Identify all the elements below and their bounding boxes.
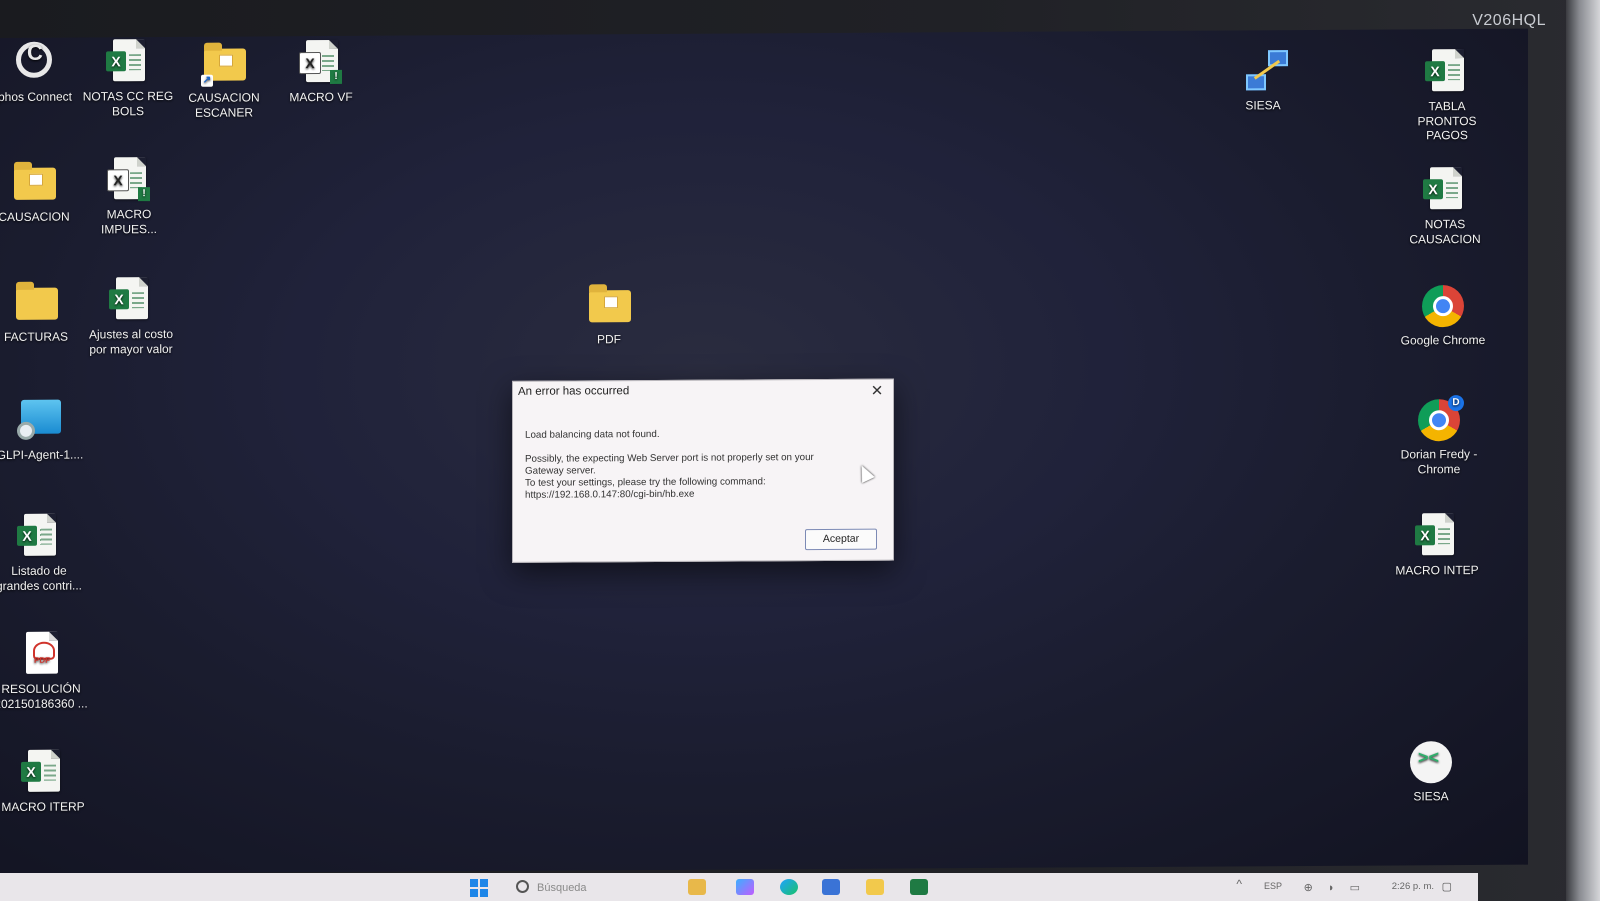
copilot-icon[interactable] [736,879,754,895]
dialog-url: https://192.168.0.147:80/cgi-bin/hb.exe [525,488,695,501]
clock[interactable]: 2:26 p. m. [1392,881,1434,899]
monitor-edge [1566,0,1600,901]
folder-icon [586,282,632,328]
search-icon [516,880,529,893]
excel-macro-icon: X [298,39,344,86]
desktop-icon-notas-cc-reg-bols[interactable]: X NOTAS CC REG BOLS [79,39,177,119]
folder-shortcut-icon: ↗ [201,40,247,87]
network-volume-battery-icons[interactable]: ⊕ ◗ ▭ [1304,881,1366,899]
dialog-title: An error has occurred [518,385,630,398]
windows-start-icon[interactable] [470,879,488,897]
desktop-icon-macro-impues[interactable]: X MACRO IMPUES... [80,157,178,237]
desktop-icon-macro-intep[interactable]: X MACRO INTEP [1388,513,1486,578]
edge-icon[interactable] [780,879,798,895]
taskbar-app-icon[interactable] [688,879,706,895]
desktop-icon-macro-vf[interactable]: X MACRO VF [272,39,370,105]
desktop-icon-listado-grandes[interactable]: X Listado de grandes contri... [0,513,88,593]
tray-chevron-icon[interactable]: ^ [1236,877,1242,895]
excel-file-icon: X [20,749,66,796]
search-placeholder: Búsqueda [537,882,587,894]
desktop-icon-notas-causacion[interactable]: X NOTAS CAUSACION [1396,167,1494,247]
folder-icon [11,160,57,206]
error-dialog: An error has occurred ✕ Load balancing d… [512,378,894,563]
file-explorer-icon[interactable] [866,879,884,895]
desktop-icon-ajustes-al-costo[interactable]: X Ajustes al costo por mayor valor [82,277,180,357]
pdf-file-icon: PDF [18,631,64,678]
desktop-icon-sophos-connect[interactable]: phos Connect [0,39,84,104]
desktop-icon-pdf-folder[interactable]: PDF [560,282,658,347]
desktop-icon-google-chrome[interactable]: Google Chrome [1394,283,1492,348]
sophos-icon [12,40,58,86]
desktop-icon-glpi-agent[interactable]: GLPI-Agent-1.... [0,397,89,462]
desktop-icon-tabla-prontos-pagos[interactable]: X TABLA PRONTOS PAGOS [1398,49,1496,143]
desktop-icon-macro-iterp[interactable]: X MACRO ITERP [0,749,92,814]
desktop-icon-siesa-network[interactable]: SIESA [1214,48,1312,113]
close-icon[interactable]: ✕ [869,383,885,400]
desktop-screen: phos Connect X NOTAS CC REG BOLS ↗ CAUSA… [0,28,1528,874]
excel-file-icon: X [1422,167,1468,213]
taskbar-search-input[interactable]: Búsqueda [516,879,656,897]
excel-macro-icon: X [106,157,152,203]
chrome-icon [1420,283,1466,329]
excel-icon[interactable] [910,879,928,895]
taskbar: Búsqueda ^ ESP ⊕ ◗ ▭ 2:26 p. m. ▢ [0,873,1478,901]
network-shortcut-icon [1240,48,1288,94]
chrome-profile-icon: D [1416,395,1464,443]
notification-icon[interactable]: ▢ [1442,880,1452,898]
siesa-app-icon [1408,739,1454,785]
excel-file-icon: X [105,39,151,85]
monitor-brand-label: V206HQL [1472,12,1546,29]
dialog-message-line: Load balancing data not found. [525,428,660,441]
dialog-message: Load balancing data not found. Possibly,… [525,428,875,514]
desktop-icon-causacion[interactable]: CAUSACION [0,159,83,224]
installer-icon [17,398,63,444]
desktop-icon-causacion-escaner[interactable]: ↗ CAUSACION ESCANER [175,40,273,120]
folder-icon [13,280,59,326]
desktop-icon-resolucion[interactable]: PDF RESOLUCIÓN 202150186360 ... [0,631,90,711]
excel-file-icon: X [1414,513,1460,559]
store-icon[interactable] [822,879,840,895]
desktop-icon-facturas[interactable]: FACTURAS [0,279,85,344]
accept-button[interactable]: Aceptar [805,528,877,551]
desktop-icon-dorian-chrome-profile[interactable]: D Dorian Fredy - Chrome [1390,395,1488,477]
desktop-icon-siesa-app[interactable]: SIESA [1382,739,1480,804]
language-indicator[interactable]: ESP [1264,881,1282,899]
excel-file-icon: X [16,513,62,560]
excel-file-icon: X [108,277,154,323]
excel-file-icon: X [1424,49,1470,95]
